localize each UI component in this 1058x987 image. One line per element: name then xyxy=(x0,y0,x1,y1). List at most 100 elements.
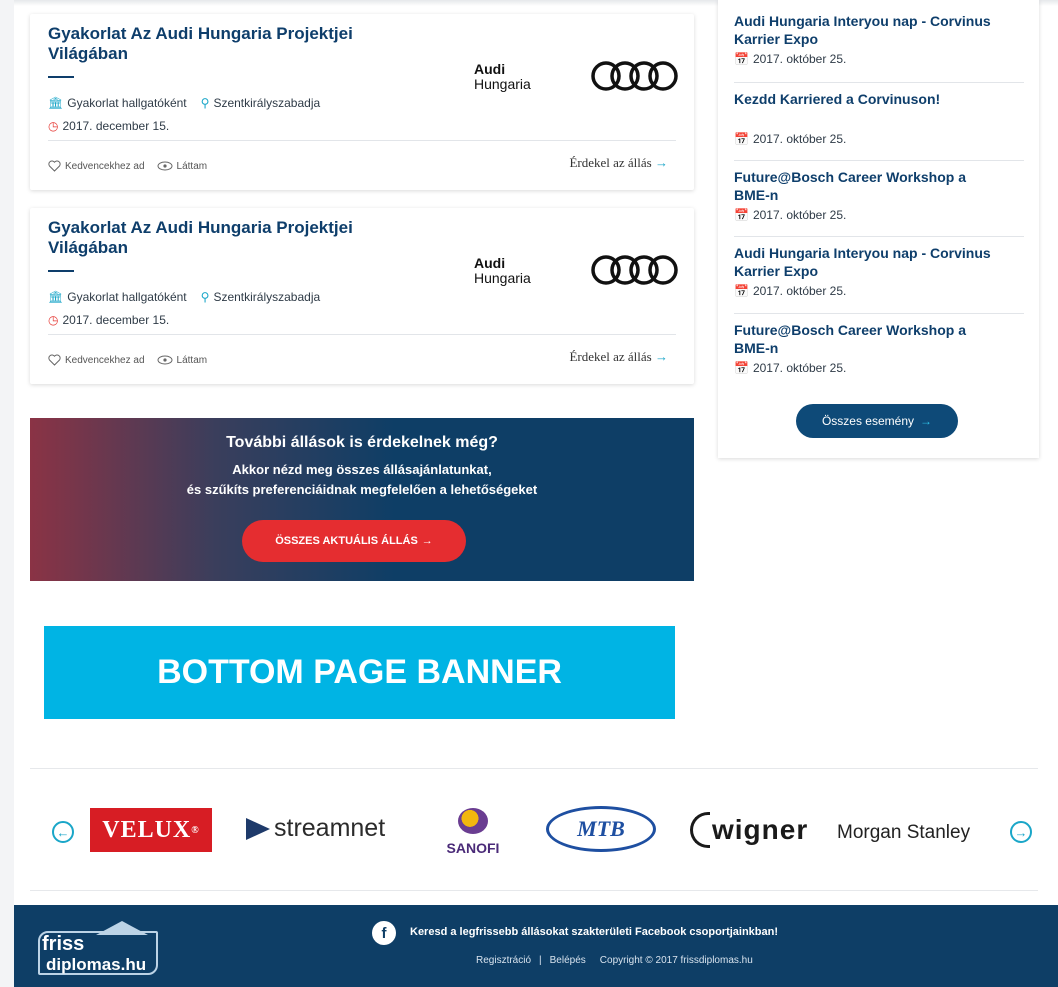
bottom-page-banner[interactable]: BOTTOM PAGE BANNER xyxy=(44,626,675,719)
event-divider xyxy=(734,82,1024,83)
event-divider xyxy=(734,160,1024,161)
event-title[interactable]: Future@Bosch Career Workshop a BME-n xyxy=(734,321,994,357)
register-link[interactable]: Regisztráció xyxy=(476,955,531,966)
favorite-button[interactable]: Kedvencekhez ad xyxy=(48,160,145,172)
partner-logo-mtb[interactable]: MTB xyxy=(546,806,656,852)
partner-logo-streamnet[interactable]: streamnet xyxy=(246,814,385,843)
partner-logo-morgan-stanley[interactable]: Morgan Stanley xyxy=(837,822,970,844)
job-card[interactable]: Gyakorlat Az Audi Hungaria Projektjei Vi… xyxy=(30,14,694,190)
favorite-label: Kedvencekhez ad xyxy=(65,160,145,172)
arrow-right-icon: → xyxy=(920,414,933,428)
carousel-next-button[interactable]: → xyxy=(1010,821,1032,843)
company-sub: Hungaria xyxy=(474,76,531,92)
heart-icon xyxy=(48,160,61,172)
job-meta: 🏛 Gyakorlat hallgatóként ⚲ Szentkirálysz… xyxy=(48,96,320,110)
seen-label: Láttam xyxy=(176,160,208,172)
audi-rings-icon xyxy=(591,61,678,91)
footer-separator: | xyxy=(539,955,542,966)
job-location: Szentkirályszabadja xyxy=(213,290,321,304)
site-footer: friss diplomas.hu f Keresd a legfrissebb… xyxy=(14,905,1058,987)
graduation-cap-icon xyxy=(96,921,148,935)
calendar-icon: 📅 xyxy=(734,361,749,375)
seen-label: Láttam xyxy=(176,354,208,366)
copyright-text: Copyright © 2017 frissdiplomas.hu xyxy=(599,955,753,966)
interest-link[interactable]: Érdekel az állás → xyxy=(569,349,668,365)
event-date: 2017. október 25. xyxy=(752,132,847,146)
more-jobs-promo: További állások is érdekelnek még? Akkor… xyxy=(30,418,694,581)
event-date-row: 📅 2017. október 25. xyxy=(734,52,1024,66)
job-date: 2017. december 15. xyxy=(62,119,170,133)
interest-label: Érdekel az állás xyxy=(569,349,652,364)
company-logo-text: Audi Hungaria xyxy=(474,62,531,92)
event-item[interactable]: Future@Bosch Career Workshop a BME-n 📅 20… xyxy=(734,168,1024,222)
event-item[interactable]: Future@Bosch Career Workshop a BME-n 📅 20… xyxy=(734,321,1024,375)
interest-link[interactable]: Érdekel az állás → xyxy=(569,155,668,171)
event-divider xyxy=(734,313,1024,314)
event-item[interactable]: Kezdd Karriered a Corvinuson! 📅 2017. okt… xyxy=(734,90,1024,146)
event-date-row: 📅 2017. október 25. xyxy=(734,132,1024,146)
seen-button[interactable]: Láttam xyxy=(157,354,208,366)
event-item[interactable]: Audi Hungaria Interyou nap - Corvinus Ka… xyxy=(734,244,1024,298)
event-title[interactable]: Audi Hungaria Interyou nap - Corvinus Ka… xyxy=(734,244,1024,280)
all-events-button[interactable]: Összes esemény → xyxy=(796,404,958,438)
job-actions: Kedvencekhez ad Láttam xyxy=(48,354,213,366)
all-events-label: Összes esemény xyxy=(821,414,915,428)
event-title[interactable]: Audi Hungaria Interyou nap - Corvinus Ka… xyxy=(734,12,1024,48)
job-actions: Kedvencekhez ad Láttam xyxy=(48,160,213,172)
event-date-row: 📅 2017. október 25. xyxy=(734,361,1024,375)
favorite-label: Kedvencekhez ad xyxy=(65,354,145,366)
all-jobs-label: ÖSSZES AKTUÁLIS ÁLLÁS xyxy=(275,535,418,547)
sanofi-drop-icon xyxy=(458,808,488,834)
event-title[interactable]: Kezdd Karriered a Corvinuson! xyxy=(734,90,1024,108)
location-pin-icon: ⚲ xyxy=(200,96,210,110)
arrow-right-icon: → xyxy=(655,349,668,364)
audi-rings-icon xyxy=(591,255,678,285)
favorite-button[interactable]: Kedvencekhez ad xyxy=(48,354,145,366)
company-brand: Audi xyxy=(474,255,506,271)
job-card[interactable]: Gyakorlat Az Audi Hungaria Projektjei Vi… xyxy=(30,208,694,384)
velux-wordmark: VELUX xyxy=(102,816,192,843)
interest-label: Érdekel az állás xyxy=(569,155,652,170)
frissdiplomas-logo[interactable]: friss diplomas.hu xyxy=(38,919,166,977)
all-jobs-button[interactable]: ÖSSZES AKTUÁLIS ÁLLÁS → xyxy=(242,520,466,562)
seen-button[interactable]: Láttam xyxy=(157,160,208,172)
sanofi-wordmark: SANOFI xyxy=(446,840,500,856)
wigner-swoosh-icon xyxy=(690,812,710,848)
event-item[interactable]: Audi Hungaria Interyou nap - Corvinus Ka… xyxy=(734,12,1024,66)
promo-line: Akkor nézd meg összes állásajánlatunkat, xyxy=(232,462,492,477)
event-date-row: 📅 2017. október 25. xyxy=(734,284,1024,298)
login-link[interactable]: Belépés xyxy=(550,955,586,966)
promo-title: További állások is érdekelnek még? xyxy=(226,434,498,451)
registered-mark: ® xyxy=(191,824,200,836)
event-date: 2017. október 25. xyxy=(752,284,847,298)
partner-logo-wigner[interactable]: wigner xyxy=(690,812,808,848)
calendar-icon: 📅 xyxy=(734,52,749,66)
eye-icon xyxy=(157,161,173,171)
arrow-right-icon: → xyxy=(1014,824,1028,840)
footer-links: Regisztráció | Belépés Copyright © 2017 … xyxy=(476,955,753,966)
logo-word-friss: friss xyxy=(42,933,85,955)
arrow-right-icon: → xyxy=(655,155,668,170)
streamnet-word-b: net xyxy=(350,814,386,842)
company-sub: Hungaria xyxy=(474,270,531,286)
job-title[interactable]: Gyakorlat Az Audi Hungaria Projektjei Vi… xyxy=(48,218,428,258)
divider xyxy=(30,768,1038,769)
event-date: 2017. október 25. xyxy=(752,52,847,66)
arrow-left-icon: ← xyxy=(56,824,70,840)
event-title[interactable]: Future@Bosch Career Workshop a BME-n xyxy=(734,168,994,204)
job-deadline: ◷ 2017. december 15. xyxy=(48,313,169,327)
job-date: 2017. december 15. xyxy=(62,313,170,327)
promo-line: és szűkíts preferenciáidnak megfelelően … xyxy=(186,482,538,497)
partner-logo-sanofi[interactable]: SANOFI xyxy=(438,808,508,856)
partner-logo-velux[interactable]: VELUX ® xyxy=(90,808,212,852)
eye-icon xyxy=(157,355,173,365)
carousel-prev-button[interactable]: ← xyxy=(52,821,74,843)
page: Gyakorlat Az Audi Hungaria Projektjei Vi… xyxy=(14,0,1058,987)
job-title[interactable]: Gyakorlat Az Audi Hungaria Projektjei Vi… xyxy=(48,24,428,64)
divider xyxy=(30,890,1038,891)
company-brand: Audi xyxy=(474,61,506,77)
job-location: Szentkirályszabadja xyxy=(213,96,321,110)
facebook-icon[interactable]: f xyxy=(372,921,396,945)
streamnet-chevron-icon xyxy=(246,817,270,840)
facebook-text[interactable]: Keresd a legfrissebb állásokat szakterül… xyxy=(410,926,778,938)
